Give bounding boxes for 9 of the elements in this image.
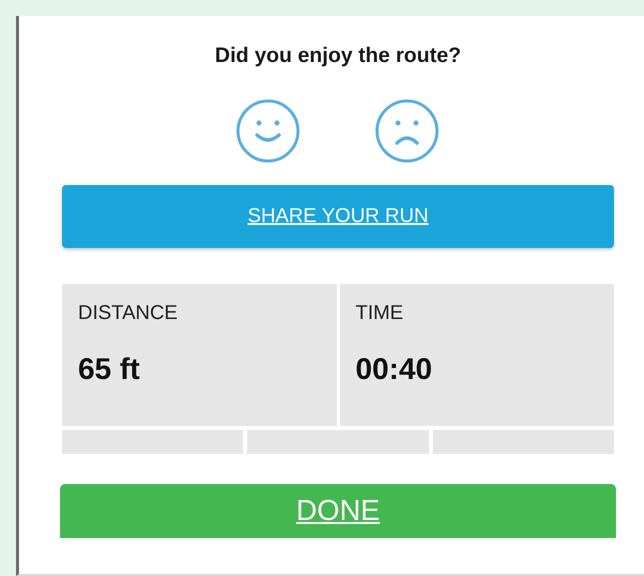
share-button[interactable]: SHARE YOUR RUN bbox=[62, 185, 614, 248]
question-title: Did you enjoy the route? bbox=[214, 43, 462, 69]
stat-label: DISTANCE bbox=[78, 302, 179, 325]
sad-face-icon[interactable] bbox=[374, 99, 438, 163]
stat-value: 65 ft bbox=[78, 353, 141, 387]
done-button[interactable]: DONE bbox=[60, 484, 616, 538]
stat-label: TIME bbox=[356, 302, 404, 325]
smiley-face-icon[interactable] bbox=[236, 99, 300, 163]
stat-value: 00:40 bbox=[356, 353, 434, 387]
